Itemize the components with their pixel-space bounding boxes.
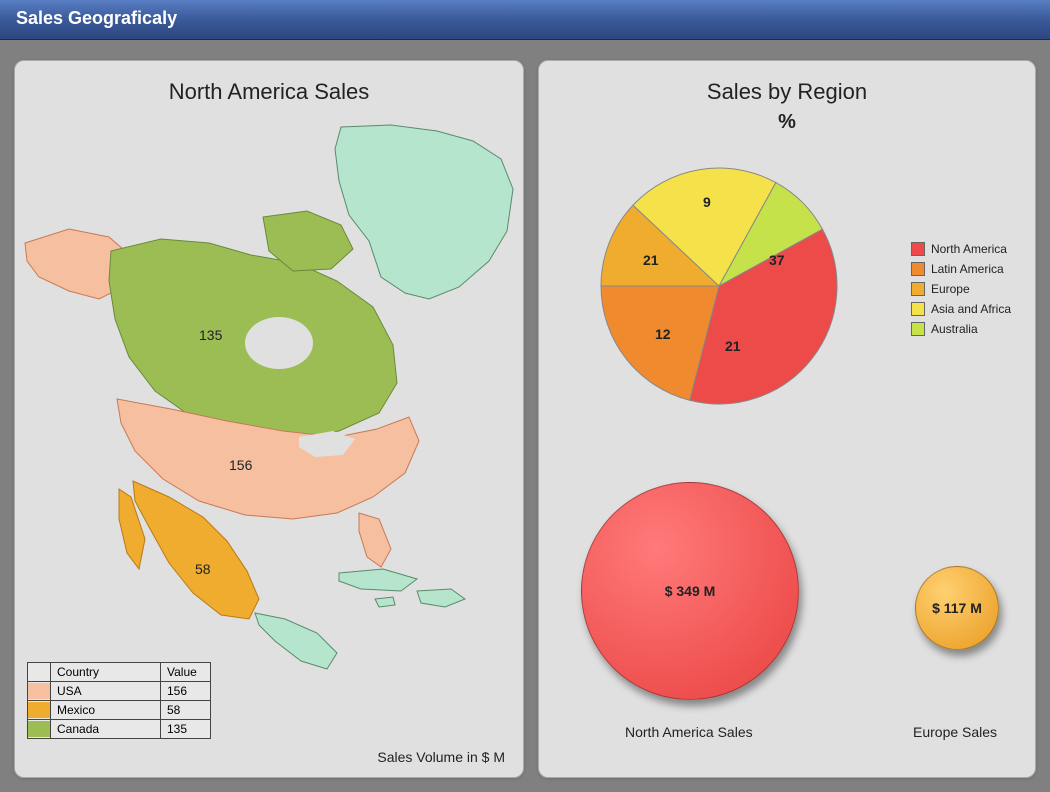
- swatch-europe: [911, 282, 925, 296]
- slice-label-aa: 21: [643, 252, 659, 268]
- pie-chart-area: 37 21 12 21 9 North America Latin Americ…: [539, 142, 1035, 452]
- region-cuba: [339, 569, 417, 591]
- pie-legend: North America Latin America Europe Asia …: [911, 242, 1011, 342]
- bubble-north-america: $ 349 M: [581, 482, 799, 700]
- map-graphic: 135 156 58: [21, 121, 519, 681]
- legend-item: Latin America: [911, 262, 1011, 276]
- map-legend-table: Country Value USA 156 Mexico 58 Canada 1…: [27, 662, 211, 739]
- legend-item: Europe: [911, 282, 1011, 296]
- legend-item: Asia and Africa: [911, 302, 1011, 316]
- page-header: Sales Geograficaly: [0, 0, 1050, 40]
- region-central-america: [255, 613, 337, 669]
- swatch-north-america: [911, 242, 925, 256]
- slice-label-au: 9: [703, 194, 711, 210]
- map-caption: Sales Volume in $ M: [377, 749, 505, 765]
- slice-label-na: 37: [769, 252, 785, 268]
- slice-label-eu: 12: [655, 326, 671, 342]
- slice-label-la: 21: [725, 338, 741, 354]
- hudson-bay: [245, 317, 313, 369]
- legend-item: Australia: [911, 322, 1011, 336]
- map-title: North America Sales: [15, 61, 523, 109]
- bubble-label-na: North America Sales: [625, 724, 753, 740]
- swatch-australia: [911, 322, 925, 336]
- map-value-usa: 156: [229, 457, 252, 473]
- swatch-canada: [28, 721, 50, 737]
- swatch-asia-africa: [911, 302, 925, 316]
- swatch-usa: [28, 683, 50, 699]
- legend-item: North America: [911, 242, 1011, 256]
- col-country: Country: [51, 663, 161, 682]
- north-america-map-panel: North America Sales: [14, 60, 524, 778]
- region-hispaniola: [417, 589, 465, 607]
- bubble-label-eu: Europe Sales: [913, 724, 997, 740]
- sales-by-region-panel: Sales by Region % 37 21 12 21 9 North Am…: [538, 60, 1036, 778]
- table-row: USA 156: [28, 682, 211, 701]
- bubble-chart-area: $ 349 M $ 117 M North America Sales Euro…: [539, 452, 1035, 792]
- map-value-mexico: 58: [195, 561, 211, 577]
- bubble-value-na: $ 349 M: [665, 583, 716, 599]
- bubble-europe: $ 117 M: [915, 566, 999, 650]
- dashboard-container: North America Sales: [0, 40, 1050, 792]
- map-value-canada: 135: [199, 327, 222, 343]
- pie-subtitle: %: [539, 109, 1035, 142]
- swatch-latin-america: [911, 262, 925, 276]
- header-title: Sales Geograficaly: [16, 8, 177, 28]
- col-value: Value: [161, 663, 211, 682]
- pie-title: Sales by Region: [539, 61, 1035, 109]
- bubble-value-eu: $ 117 M: [932, 600, 982, 616]
- pie-chart: [589, 156, 849, 416]
- region-jamaica: [375, 597, 395, 607]
- region-florida: [359, 513, 391, 567]
- region-greenland: [335, 125, 513, 299]
- table-header-row: Country Value: [28, 663, 211, 682]
- table-row: Canada 135: [28, 720, 211, 739]
- swatch-mexico: [28, 702, 50, 718]
- table-row: Mexico 58: [28, 701, 211, 720]
